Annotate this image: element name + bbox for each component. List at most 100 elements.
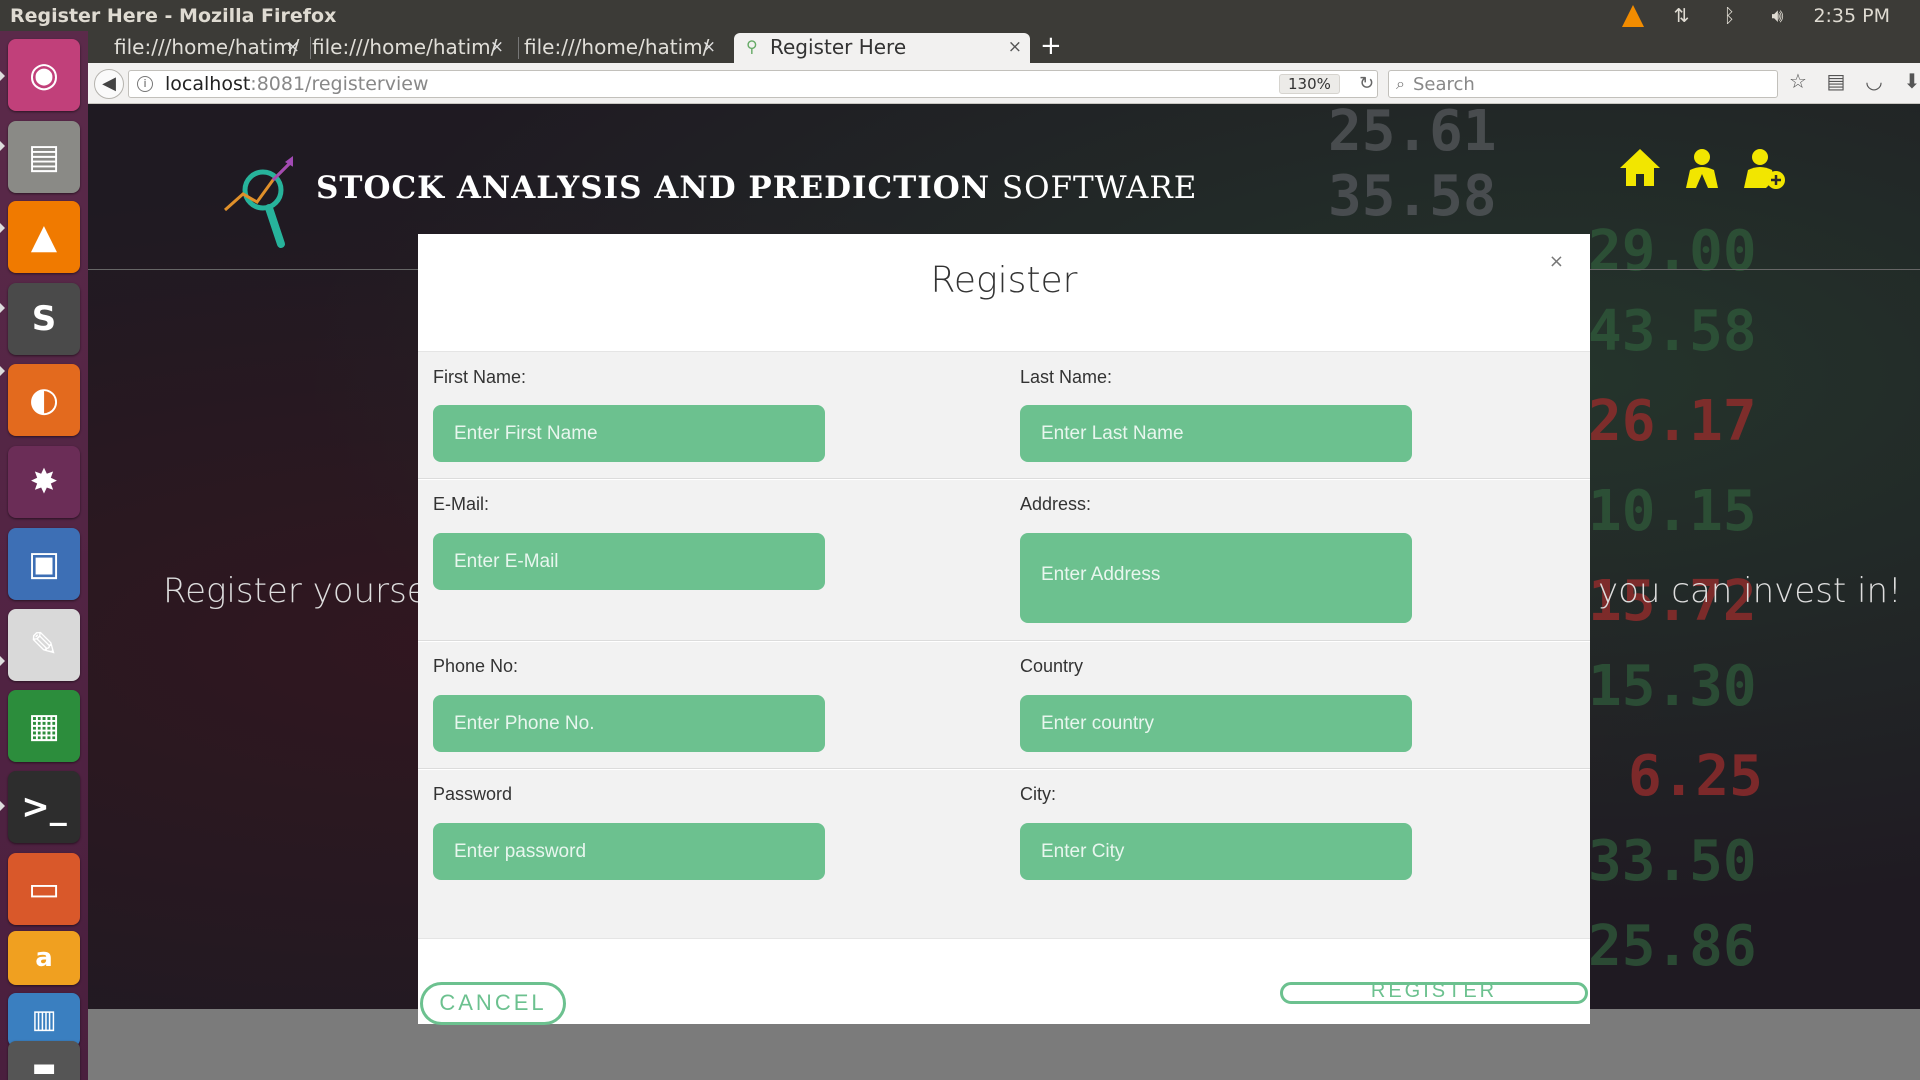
close-icon[interactable]: × — [1549, 251, 1564, 272]
new-tab-button[interactable]: + — [1040, 31, 1062, 61]
city-label: City: — [1020, 784, 1056, 804]
url-path: :8081/registerview — [250, 73, 429, 95]
last-name-label: Last Name: — [1020, 367, 1113, 387]
header-nav-icons — [1618, 146, 1786, 190]
bluetooth-icon[interactable]: ᛒ — [1717, 4, 1741, 28]
amazon-icon[interactable]: a — [8, 931, 80, 985]
clock[interactable]: 2:35 PM — [1813, 5, 1890, 27]
spreadsheet-icon[interactable]: ▦ — [8, 690, 80, 762]
site-title-suffix: SOFTWARE — [1001, 170, 1198, 206]
tab-close-icon[interactable]: × — [286, 33, 300, 61]
tab-close-icon[interactable]: × — [702, 33, 716, 61]
text-editor-icon[interactable]: ✎ — [8, 609, 80, 681]
terminal-icon[interactable]: >_ — [8, 771, 80, 843]
volume-icon[interactable]: 🔊︎ — [1765, 4, 1789, 28]
presentation-icon[interactable]: ▭ — [8, 853, 80, 925]
window-title: Register Here - Mozilla Firefox — [10, 5, 337, 27]
search-icon: ⌕ — [1396, 74, 1405, 93]
files-icon[interactable]: ▤ — [8, 121, 80, 193]
reload-icon[interactable]: ↻ — [1359, 73, 1374, 94]
cancel-button[interactable]: CANCEL — [420, 982, 566, 1025]
home-icon[interactable] — [1618, 146, 1662, 190]
search-bar[interactable]: ⌕ Search — [1388, 70, 1778, 98]
vlc-cone-icon[interactable] — [1621, 4, 1645, 28]
last-name-input[interactable] — [1020, 405, 1412, 462]
form-row-credentials: Password City: — [418, 770, 1590, 938]
bg-stock-number: 25.61 — [1328, 104, 1497, 164]
back-button[interactable]: ◀ — [94, 69, 124, 99]
first-name-input[interactable] — [433, 405, 825, 462]
first-name-label: First Name: — [433, 367, 527, 387]
firefox-icon[interactable]: ◐ — [8, 364, 80, 436]
workspace-switcher-icon[interactable]: ▥ — [8, 993, 80, 1047]
site-info-icon[interactable]: i — [137, 76, 153, 92]
modal-header: Register × — [418, 234, 1590, 352]
toolbar-icons: ☆ ▤ ◡ ⬇ ⌂ ☰ — [1788, 69, 1920, 93]
register-button[interactable]: REGISTER — [1280, 982, 1588, 1004]
form-row-location: Phone No: Country — [418, 642, 1590, 769]
pocket-icon[interactable]: ◡ — [1864, 69, 1884, 93]
tab-register-here[interactable]: ⚲ Register Here × — [734, 33, 1030, 63]
add-user-icon[interactable] — [1742, 146, 1786, 190]
navigation-bar: ◀ i localhost:8081/registerview 130% ↻ ⌕… — [88, 63, 1920, 104]
register-modal: Register × First Name: Last Name: E-Mail… — [418, 234, 1590, 1025]
running-indicator — [0, 141, 5, 151]
running-indicator — [0, 801, 5, 811]
downloads-icon[interactable]: ⬇ — [1902, 69, 1920, 93]
tab-label: Register Here — [770, 35, 907, 59]
phone-input[interactable] — [433, 695, 825, 752]
bookmark-star-icon[interactable]: ☆ — [1788, 69, 1808, 93]
tab-close-icon[interactable]: × — [490, 33, 504, 61]
removable-drive-icon[interactable]: ▬ — [8, 1041, 80, 1080]
running-indicator — [0, 223, 5, 233]
ubuntu-dash-icon[interactable]: ◉ — [8, 39, 80, 111]
url-bar[interactable]: i localhost:8081/registerview 130% ↻ — [128, 70, 1378, 98]
tab-file-1[interactable]: file:///home/hatim/ × — [90, 33, 308, 63]
launcher: ◉ ▤ ▲ S ◐ ✸ ▣ ✎ ▦ >_ ▭ a ▥ ▬ — [0, 31, 88, 1080]
network-updown-icon[interactable]: ⇅ — [1669, 4, 1693, 28]
address-input[interactable] — [1020, 533, 1412, 623]
bg-stock-number: 26.17 — [1588, 389, 1757, 454]
image-viewer-icon[interactable]: ▣ — [8, 528, 80, 600]
country-input[interactable] — [1020, 695, 1412, 752]
bg-stock-number: 33.50 — [1588, 829, 1757, 894]
form-row-name: First Name: Last Name: — [418, 352, 1590, 479]
password-input[interactable] — [433, 823, 825, 880]
tab-close-icon[interactable]: × — [1008, 33, 1022, 61]
tab-label: file:///home/hatim/ — [114, 35, 300, 59]
tab-file-3[interactable]: file:///home/hatim/ × — [524, 33, 724, 63]
network-app-icon[interactable]: ✸ — [8, 446, 80, 518]
running-indicator — [0, 71, 5, 81]
bg-stock-number: 6.25 — [1628, 744, 1763, 809]
search-placeholder: Search — [1413, 74, 1475, 95]
phone-label: Phone No: — [433, 656, 519, 676]
running-indicator — [0, 366, 5, 376]
country-label: Country — [1020, 656, 1084, 676]
tab-separator — [310, 37, 311, 59]
zoom-level[interactable]: 130% — [1279, 74, 1340, 94]
tab-label: file:///home/hatim/ — [524, 35, 710, 59]
password-label: Password — [433, 784, 513, 804]
bg-stock-number: 29.00 — [1588, 219, 1757, 284]
email-label: E-Mail: — [433, 494, 490, 514]
url-host: localhost — [165, 73, 251, 95]
bg-stock-number: 15.30 — [1588, 654, 1757, 719]
sublime-text-icon[interactable]: S — [8, 283, 80, 355]
back-arrow-icon: ◀ — [102, 73, 116, 94]
vlc-icon[interactable]: ▲ — [8, 201, 80, 273]
email-input[interactable] — [433, 533, 825, 590]
city-input[interactable] — [1020, 823, 1412, 880]
url-text[interactable]: localhost:8081/registerview — [165, 73, 428, 95]
bg-stock-number: 35.58 — [1328, 164, 1497, 229]
reading-list-icon[interactable]: ▤ — [1826, 69, 1846, 93]
user-icon[interactable] — [1680, 146, 1724, 190]
page-favicon-icon: ⚲ — [746, 37, 758, 56]
running-indicator — [0, 656, 5, 666]
modal-title: Register — [930, 260, 1078, 301]
system-tray: ⇅ ᛒ 🔊︎ 2:35 PM — [1621, 0, 1920, 31]
modal-footer: CANCEL REGISTER — [418, 938, 1590, 1025]
tab-separator — [518, 37, 519, 59]
tab-label: file:///home/hatim/ — [312, 35, 498, 59]
top-panel: Register Here - Mozilla Firefox ⇅ ᛒ 🔊︎ 2… — [0, 0, 1920, 31]
tab-file-2[interactable]: file:///home/hatim/ × — [312, 33, 512, 63]
